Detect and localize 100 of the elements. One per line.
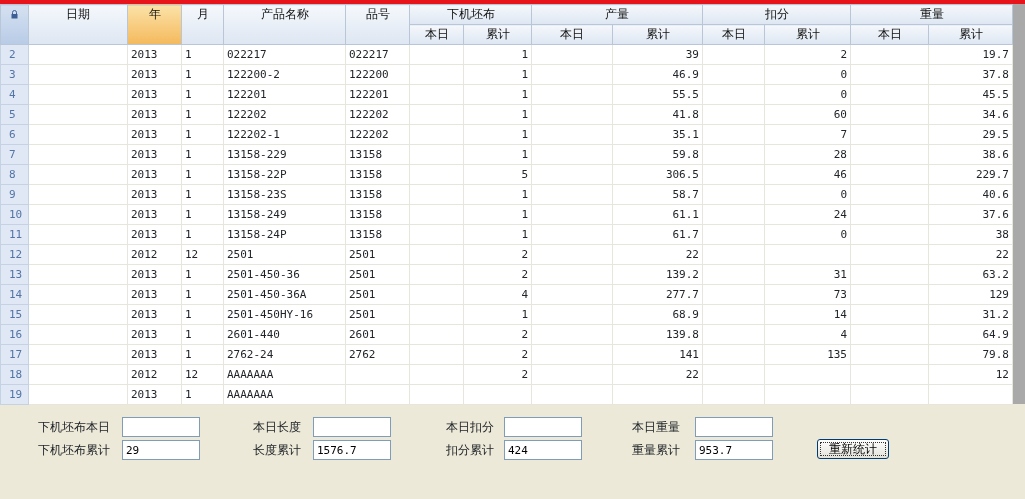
table-cell: 22 — [928, 244, 1013, 265]
table-cell: 122202 — [223, 104, 346, 125]
table-cell: 68.9 — [612, 304, 703, 325]
input-field[interactable] — [313, 417, 391, 437]
table-cell: 0 — [764, 184, 851, 205]
table-cell: 40.6 — [928, 184, 1013, 205]
table-cell: 2013 — [127, 324, 182, 345]
table-cell: 55.5 — [612, 84, 703, 105]
column-header[interactable]: 产品名称 — [223, 4, 346, 45]
table-cell: 1 — [181, 284, 224, 305]
table-cell: 13158 — [345, 204, 410, 225]
input-field[interactable] — [695, 417, 773, 437]
table-cell: 2013 — [127, 124, 182, 145]
column-header[interactable]: 产量 — [531, 4, 703, 25]
table-cell: 022217 — [223, 44, 346, 65]
table-cell: 79.8 — [928, 344, 1013, 365]
table-cell: 61.1 — [612, 204, 703, 225]
table-cell: 2013 — [127, 284, 182, 305]
column-header[interactable]: 年 — [127, 4, 182, 45]
table-cell: 28 — [764, 144, 851, 165]
table-cell: 1 — [181, 164, 224, 185]
table-cell: 2012 — [127, 364, 182, 385]
table-cell: AAAAAAA — [223, 384, 346, 405]
row-number: 19 — [0, 384, 29, 405]
row-number: 16 — [0, 324, 29, 345]
input-field[interactable]: 953.7 — [695, 440, 773, 460]
table-cell: 0 — [764, 64, 851, 85]
table-cell: 277.7 — [612, 284, 703, 305]
row-number: 7 — [0, 144, 29, 165]
table-cell: 39 — [612, 44, 703, 65]
table-cell: 2 — [463, 344, 532, 365]
table-cell: 1 — [181, 64, 224, 85]
table-cell: 1 — [463, 204, 532, 225]
table-cell: 13158-249 — [223, 204, 346, 225]
table-cell: 13158 — [345, 164, 410, 185]
table-cell: 13158 — [345, 184, 410, 205]
row-number: 3 — [0, 64, 29, 85]
table-cell: 0 — [764, 224, 851, 245]
column-header[interactable]: 扣分 — [702, 4, 851, 25]
column-header[interactable]: 月 — [181, 4, 224, 45]
field-label: 重量累计 — [632, 442, 681, 459]
table-cell: 2013 — [127, 204, 182, 225]
table-cell: 141 — [612, 344, 703, 365]
table-cell: 2501-450-36A — [223, 284, 346, 305]
table-cell: 35.1 — [612, 124, 703, 145]
table-cell: 14 — [764, 304, 851, 325]
table-cell: 46 — [764, 164, 851, 185]
table-cell: 139.2 — [612, 264, 703, 285]
table-cell: 0 — [764, 84, 851, 105]
row-number: 4 — [0, 84, 29, 105]
column-header[interactable]: 日期 — [28, 4, 128, 45]
table-cell: 2012 — [127, 244, 182, 265]
table-cell: 38 — [928, 224, 1013, 245]
table-cell: 13158-24P — [223, 224, 346, 245]
table-cell: 2013 — [127, 44, 182, 65]
table-cell: 122202 — [345, 104, 410, 125]
table-cell: 2013 — [127, 384, 182, 405]
table-cell: 58.7 — [612, 184, 703, 205]
input-field[interactable] — [504, 417, 582, 437]
table-cell: 1 — [463, 224, 532, 245]
table-cell: 2 — [463, 264, 532, 285]
scrollbar[interactable] — [1013, 4, 1025, 404]
field-label: 长度累计 — [253, 442, 302, 459]
table-cell: 122200 — [345, 64, 410, 85]
table-cell: 46.9 — [612, 64, 703, 85]
table-cell: AAAAAAA — [223, 364, 346, 385]
table-cell: 1 — [181, 84, 224, 105]
input-field[interactable]: 1576.7 — [313, 440, 391, 460]
table-cell: 2013 — [127, 64, 182, 85]
table-cell: 29.5 — [928, 124, 1013, 145]
column-header[interactable]: 下机坯布 — [409, 4, 532, 25]
column-header[interactable]: 重量 — [850, 4, 1013, 25]
column-header[interactable]: 品号 — [345, 4, 410, 45]
table-cell: 2601-440 — [223, 324, 346, 345]
table-cell: 13158 — [345, 144, 410, 165]
table-cell: 2762 — [345, 344, 410, 365]
table-cell: 73 — [764, 284, 851, 305]
table-cell: 1 — [463, 304, 532, 325]
table-cell: 135 — [764, 344, 851, 365]
table-cell: 1 — [463, 184, 532, 205]
row-number: 8 — [0, 164, 29, 185]
row-number: 9 — [0, 184, 29, 205]
table-cell: 37.6 — [928, 204, 1013, 225]
input-field[interactable] — [122, 417, 200, 437]
table-cell: 13158-229 — [223, 144, 346, 165]
table-cell: 1 — [463, 64, 532, 85]
field-label: 本日长度 — [253, 419, 302, 436]
table-cell: 12 — [181, 244, 224, 265]
table-cell: 1 — [181, 344, 224, 365]
table-cell: 13158-22P — [223, 164, 346, 185]
table-cell: 122201 — [223, 84, 346, 105]
input-field[interactable]: 424 — [504, 440, 582, 460]
recalculate-button[interactable]: 重新统计 — [817, 439, 889, 459]
input-field[interactable]: 29 — [122, 440, 200, 460]
row-number: 13 — [0, 264, 29, 285]
table-cell: 59.8 — [612, 144, 703, 165]
table-cell: 2601 — [345, 324, 410, 345]
table-cell: 34.6 — [928, 104, 1013, 125]
table-cell: 2501 — [345, 264, 410, 285]
table-cell: 2013 — [127, 304, 182, 325]
